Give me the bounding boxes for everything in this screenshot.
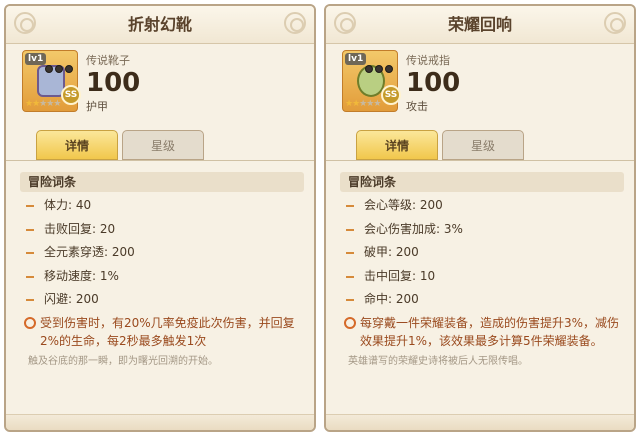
item-type: 传说戒指 <box>406 54 450 67</box>
item-card-boots: 折射幻靴 lv1 SS ★★★★★ 传说靴子 100 护甲 详情 星级 冒险词条… <box>4 4 316 432</box>
star-rating: ★★★★★ <box>25 99 77 109</box>
item-card-ring: 荣耀回响 lv1 SS ★★★★★ 传说戒指 100 攻击 详情 星级 冒险词条… <box>324 4 636 432</box>
item-stat-type: 攻击 <box>406 100 428 113</box>
item-slot[interactable]: lv1 SS ★★★★★ <box>22 50 81 112</box>
stat-row: 击中回复: 10 <box>340 265 624 289</box>
infinity-icon <box>24 317 36 329</box>
socket-gem-icon <box>365 65 373 73</box>
card-title-bar: 荣耀回响 <box>326 6 634 44</box>
stat-row: 会心等级: 200 <box>340 194 624 218</box>
stat-text: 闪避: 200 <box>44 292 99 306</box>
card-footer <box>326 414 634 430</box>
dash-icon <box>26 299 34 301</box>
item-value: 100 <box>86 68 141 98</box>
stat-row: 命中: 200 <box>340 288 624 312</box>
level-badge: lv1 <box>345 53 367 65</box>
infinity-icon <box>344 317 356 329</box>
stat-text: 体力: 40 <box>44 198 92 212</box>
stat-list: 会心等级: 200 会心伤害加成: 3% 破甲: 200 击中回复: 10 命中… <box>340 194 624 312</box>
item-stat-type: 护甲 <box>86 100 108 113</box>
tab-stars[interactable]: 星级 <box>442 130 524 160</box>
stat-row: 移动速度: 1% <box>20 265 304 289</box>
dash-icon <box>26 205 34 207</box>
card-title-bar: 折射幻靴 <box>6 6 314 44</box>
stat-row: 会心伤害加成: 3% <box>340 218 624 242</box>
tab-details[interactable]: 详情 <box>356 130 438 160</box>
tab-details[interactable]: 详情 <box>36 130 118 160</box>
dash-icon <box>346 205 354 207</box>
tab-stars[interactable]: 星级 <box>122 130 204 160</box>
dash-icon <box>346 275 354 278</box>
dash-icon <box>26 275 34 278</box>
section-title: 冒险词条 <box>20 172 304 192</box>
dash-icon <box>346 299 354 301</box>
star-empty-icon: ★ <box>373 99 381 109</box>
socket-gem-icon <box>385 65 393 73</box>
stat-text: 命中: 200 <box>364 292 419 306</box>
socket-gem-icon <box>45 65 53 73</box>
flavor-text: 触及谷底的那一瞬，即为曙光回溯的开始。 <box>28 356 218 367</box>
stat-text: 会心等级: 200 <box>364 198 443 212</box>
special-effect: 受到伤害时，有20%几率免疫此次伤害，并回复2%的生命，每2秒最多触发1次 <box>20 314 308 350</box>
stat-text: 破甲: 200 <box>364 245 419 259</box>
tab-divider <box>326 160 634 161</box>
stat-text: 会心伤害加成: 3% <box>364 221 463 236</box>
stat-row: 体力: 40 <box>20 194 304 218</box>
item-title: 折射幻靴 <box>127 15 192 34</box>
item-title: 荣耀回响 <box>447 15 512 34</box>
stat-text: 移动速度: 1% <box>44 268 119 283</box>
socket-gem-icon <box>65 65 73 73</box>
stat-text: 全元素穿透: 200 <box>44 245 135 259</box>
socket-gem-icon <box>375 65 383 73</box>
stat-row: 全元素穿透: 200 <box>20 241 304 265</box>
card-footer <box>6 414 314 430</box>
stat-text: 击败回复: 20 <box>44 221 116 236</box>
stat-row: 击败回复: 20 <box>20 218 304 242</box>
section-title: 冒险词条 <box>340 172 624 192</box>
stat-list: 体力: 40 击败回复: 20 全元素穿透: 200 移动速度: 1% 闪避: … <box>20 194 304 312</box>
item-type: 传说靴子 <box>86 54 130 67</box>
dash-icon <box>346 252 354 254</box>
dash-icon <box>346 228 354 231</box>
level-badge: lv1 <box>25 53 47 65</box>
effect-text: 每穿戴一件荣耀装备，造成的伤害提升3%，减伤效果提升1%，该效果最多计算5件荣耀… <box>360 316 620 348</box>
stat-text: 击中回复: 10 <box>364 268 436 283</box>
star-rating: ★★★★★ <box>345 99 397 109</box>
item-value: 100 <box>406 68 461 98</box>
stat-row: 破甲: 200 <box>340 241 624 265</box>
tab-divider <box>6 160 314 161</box>
item-slot[interactable]: lv1 SS ★★★★★ <box>342 50 401 112</box>
socket-gem-icon <box>55 65 63 73</box>
special-effect: 每穿戴一件荣耀装备，造成的伤害提升3%，减伤效果提升1%，该效果最多计算5件荣耀… <box>340 314 628 350</box>
dash-icon <box>26 252 34 254</box>
effect-text: 受到伤害时，有20%几率免疫此次伤害，并回复2%的生命，每2秒最多触发1次 <box>40 316 295 348</box>
dash-icon <box>26 228 34 231</box>
flavor-text: 英雄谱写的荣耀史诗将被后人无限传唱。 <box>348 356 528 367</box>
star-empty-icon: ★ <box>53 99 61 109</box>
stat-row: 闪避: 200 <box>20 288 304 312</box>
